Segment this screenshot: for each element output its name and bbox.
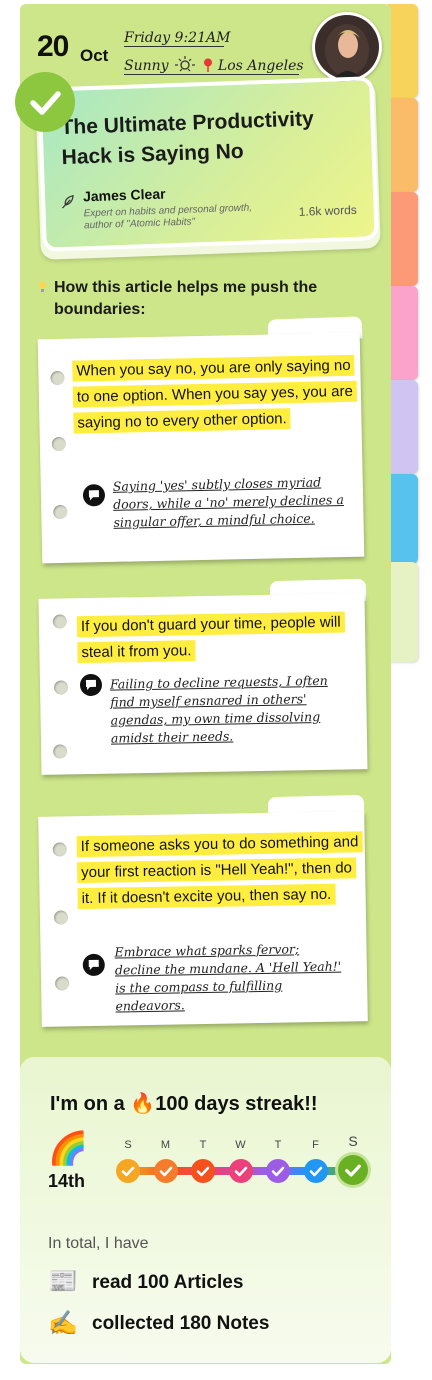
day-label: S	[348, 1133, 358, 1149]
total-label: In total, I have	[48, 1235, 149, 1252]
side-tab-orange[interactable]	[388, 98, 418, 192]
notes-stat: collected 180 Notes	[92, 1313, 270, 1334]
binder-hole	[51, 436, 67, 452]
note-quote: When you say no, you are only saying no …	[72, 353, 358, 437]
streak-title: I'm on a 🔥100 days streak!!	[50, 1091, 318, 1116]
side-tab-pink[interactable]	[388, 286, 418, 380]
side-tab-blue[interactable]	[388, 474, 418, 564]
note-card-2[interactable]: If you don't guard your time, people wil…	[38, 593, 368, 775]
weather-row: Sunny Los Angeles	[124, 56, 304, 75]
side-tab-yellow[interactable]	[388, 4, 418, 98]
note-comment: Failing to decline requests, I often fin…	[109, 672, 328, 746]
day-label: M	[160, 1139, 171, 1151]
quote-highlight: If someone asks you to do something and …	[76, 831, 363, 910]
day-label: T	[274, 1139, 282, 1151]
day-label: T	[199, 1139, 207, 1151]
note-quote: If you don't guard your time, people wil…	[76, 609, 358, 666]
sun-icon	[175, 56, 196, 72]
day-check-icon[interactable]	[116, 1159, 140, 1183]
location-label: Los Angeles	[217, 58, 304, 74]
section-heading: How this article helps me push the bound…	[54, 279, 318, 318]
lightbulb-icon	[39, 281, 46, 292]
side-tab-coral[interactable]	[388, 192, 418, 286]
rainbow-icon: 🌈	[48, 1130, 88, 1166]
side-tab-lavender[interactable]	[388, 380, 418, 474]
newspaper-icon: 📰	[48, 1268, 78, 1295]
article-card[interactable]: The Ultimate Productivity Hack is Saying…	[37, 76, 379, 252]
binder-hole	[53, 910, 69, 925]
binder-hole	[53, 744, 68, 759]
comment-icon	[82, 484, 106, 507]
writing-hand-icon: ✍	[48, 1310, 78, 1337]
day-check-icon[interactable]	[191, 1159, 215, 1183]
word-count: 1.6k words	[298, 202, 357, 219]
streak-panel: I'm on a 🔥100 days streak!! 🌈 14th S M T W T…	[20, 1057, 391, 1363]
date-month: Oct	[80, 46, 109, 65]
streak-suffix: 100 days streak!!	[155, 1093, 318, 1115]
note-comment: Saying 'yes' subtly closes myriad doors,…	[112, 474, 344, 530]
day-label: W	[235, 1139, 246, 1151]
articles-stat: read 100 Articles	[92, 1272, 244, 1293]
day-label: F	[312, 1139, 319, 1151]
avatar[interactable]	[312, 12, 382, 82]
weather-label: Sunny	[124, 58, 169, 74]
quote-highlight: If you don't guard your time, people wil…	[76, 611, 345, 664]
location-pin-icon	[204, 58, 213, 72]
binder-hole	[54, 976, 70, 991]
feather-icon	[62, 194, 74, 209]
day-check-icon[interactable]	[228, 1159, 253, 1183]
day-check-icon[interactable]	[266, 1159, 290, 1183]
fire-icon: 🔥	[130, 1093, 156, 1115]
quote-highlight: When you say no, you are only saying no …	[72, 354, 358, 434]
note-quote: If someone asks you to do something and …	[76, 829, 363, 912]
streak-rank: 14th	[48, 1171, 86, 1191]
day-check-icon[interactable]	[303, 1159, 328, 1183]
day-check-icon[interactable]	[338, 1155, 368, 1185]
binder-hole	[53, 680, 69, 695]
binder-hole	[52, 614, 68, 629]
author-bio: Expert on habits and personal growth, au…	[83, 202, 253, 232]
note-comment: Embrace what sparks fervor; decline the …	[114, 941, 342, 1014]
binder-hole	[50, 370, 65, 386]
side-tab-lime[interactable]	[388, 562, 418, 662]
day-time: Friday 9:21AM	[124, 30, 231, 47]
avatar-photo	[315, 15, 379, 82]
binder-hole	[53, 504, 68, 520]
comment-icon	[82, 953, 105, 977]
binder-hole	[52, 842, 67, 857]
note-card-1[interactable]: When you say no, you are only saying no …	[37, 332, 365, 564]
note-card-3[interactable]: If someone asks you to do something and …	[38, 811, 368, 1027]
day-check-icon[interactable]	[153, 1159, 178, 1183]
checkmark-icon	[15, 72, 75, 132]
article-author: James Clear	[82, 185, 166, 205]
comment-icon	[79, 673, 103, 697]
article-title: The Ultimate Productivity Hack is Saying…	[60, 107, 315, 170]
streak-prefix: I'm on a	[50, 1093, 125, 1115]
day-label: S	[124, 1139, 132, 1151]
date-day-number: 20	[37, 30, 69, 63]
